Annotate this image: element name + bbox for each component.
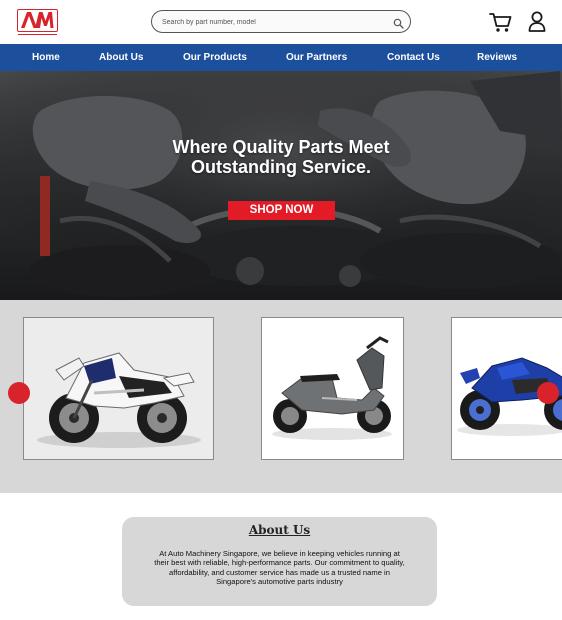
- site-header: [0, 0, 562, 44]
- nav-item-home[interactable]: Home: [32, 44, 60, 71]
- product-image-scooter: [262, 318, 403, 459]
- about-section: About Us At Auto Machinery Singapore, we…: [122, 517, 437, 606]
- about-title: About Us: [248, 523, 311, 537]
- carousel-next-icon[interactable]: [537, 382, 559, 404]
- logo-frame: [17, 9, 58, 32]
- user-icon[interactable]: [528, 11, 546, 32]
- product-carousel: [0, 300, 562, 493]
- hero-background-image: [0, 71, 562, 300]
- logo-mark: [21, 12, 54, 28]
- about-text: At Auto Machinery Singapore, we believe …: [154, 549, 405, 587]
- product-card[interactable]: [23, 317, 214, 460]
- shop-now-button[interactable]: SHOP NOW: [228, 201, 335, 220]
- brand-logo[interactable]: [17, 9, 58, 37]
- nav-item-contact-us[interactable]: Contact Us: [387, 44, 440, 71]
- logo-tagline: [17, 33, 58, 37]
- product-image-sportbike: [24, 318, 213, 459]
- page: Home About Us Our Products Our Partners …: [0, 0, 562, 620]
- search-icon[interactable]: [393, 16, 404, 29]
- search-bar: [151, 10, 411, 33]
- hero-title-line2: Outstanding Service.: [190, 157, 372, 177]
- nav-item-our-partners[interactable]: Our Partners: [286, 44, 347, 71]
- hero-title: Where Quality Parts Meet Outstanding Ser…: [100, 137, 462, 177]
- main-nav: Home About Us Our Products Our Partners …: [0, 44, 562, 71]
- carousel-prev-icon[interactable]: [8, 382, 30, 404]
- hero-banner: Where Quality Parts Meet Outstanding Ser…: [0, 71, 562, 300]
- cart-icon[interactable]: [489, 11, 512, 33]
- nav-item-about-us[interactable]: About Us: [99, 44, 143, 71]
- nav-item-reviews[interactable]: Reviews: [477, 44, 517, 71]
- product-card[interactable]: [261, 317, 404, 460]
- search-input[interactable]: [162, 15, 382, 29]
- nav-item-our-products[interactable]: Our Products: [183, 44, 247, 71]
- hero-title-line1: Where Quality Parts Meet: [172, 137, 390, 157]
